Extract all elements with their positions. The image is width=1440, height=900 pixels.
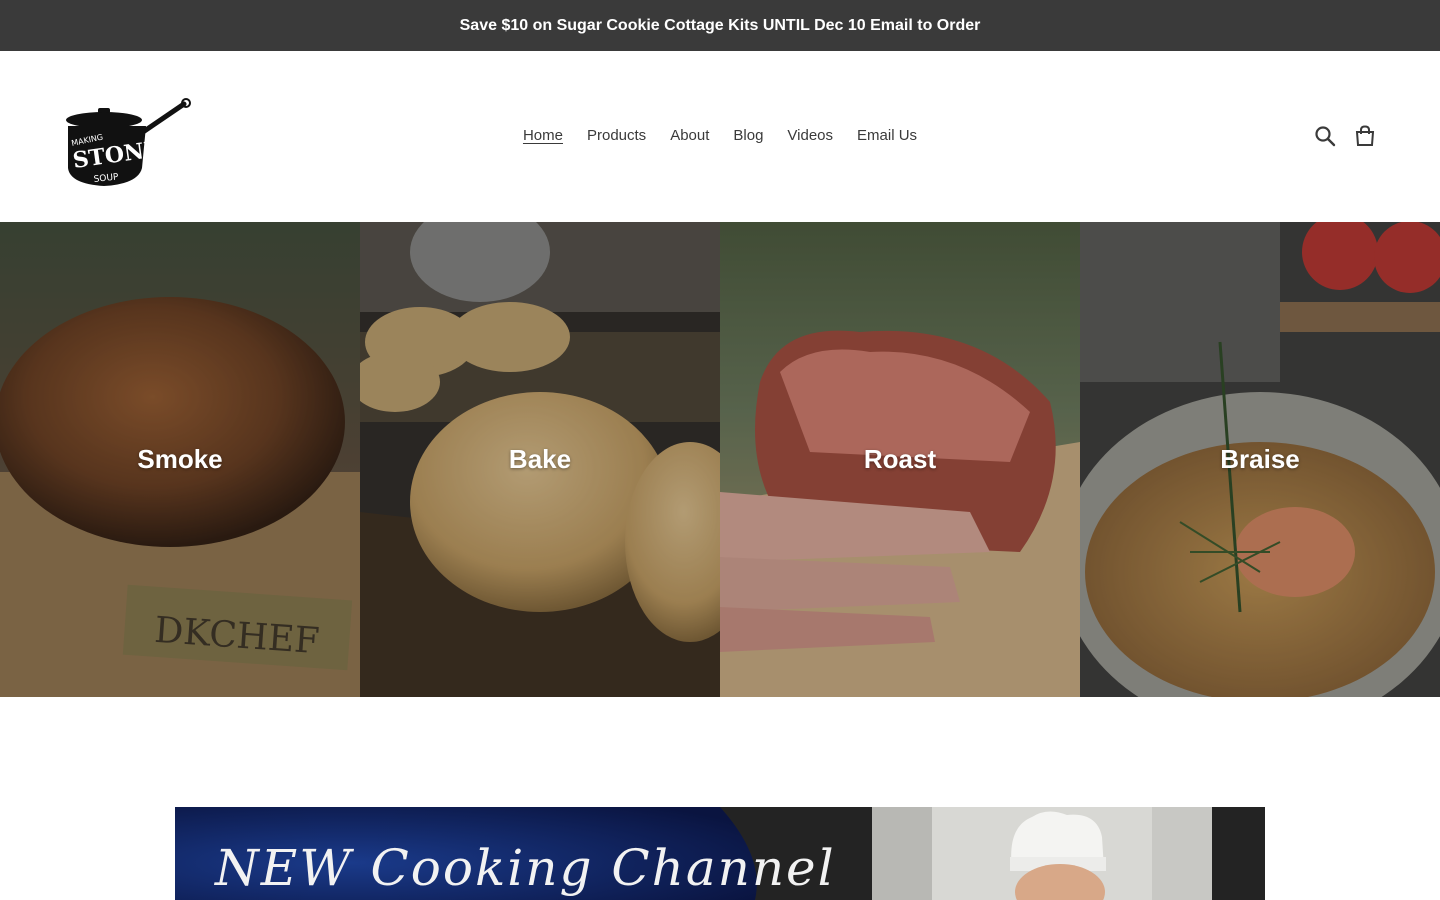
site-header: MAKING STONE SOUP Home Products About Bl… — [0, 51, 1440, 222]
search-icon[interactable] — [1314, 125, 1336, 147]
collection-braise[interactable]: Braise — [1080, 222, 1440, 697]
collection-title: Bake — [508, 444, 572, 474]
cart-icon[interactable] — [1354, 125, 1376, 147]
collection-title: Smoke — [137, 444, 223, 474]
nav-products[interactable]: Products — [587, 127, 646, 145]
nav-email-us[interactable]: Email Us — [857, 127, 917, 145]
cooking-channel-banner[interactable]: NEW Cooking Channel — [175, 807, 1265, 900]
announcement-bar: Save $10 on Sugar Cookie Cottage Kits UN… — [0, 0, 1440, 51]
nav-videos[interactable]: Videos — [787, 127, 833, 145]
banner-headline: NEW Cooking Channel — [215, 839, 836, 897]
nav-blog[interactable]: Blog — [733, 127, 763, 145]
main-nav: Home Products About Blog Videos Email Us — [0, 127, 1440, 145]
announcement-link[interactable]: Save $10 on Sugar Cookie Cottage Kits UN… — [460, 17, 981, 35]
collection-smoke[interactable]: DKCHEF Smoke — [0, 222, 360, 697]
nav-home[interactable]: Home — [523, 127, 563, 145]
collection-bake[interactable]: Bake — [360, 222, 720, 697]
chef-photo — [872, 807, 1212, 900]
collection-title: Braise — [1220, 444, 1300, 474]
nav-about[interactable]: About — [670, 127, 709, 145]
header-icons — [1314, 125, 1376, 147]
collection-grid: DKCHEF Smoke Bake Roast Braise — [0, 222, 1440, 697]
collection-roast[interactable]: Roast — [720, 222, 1080, 697]
collection-title: Roast — [863, 444, 937, 474]
